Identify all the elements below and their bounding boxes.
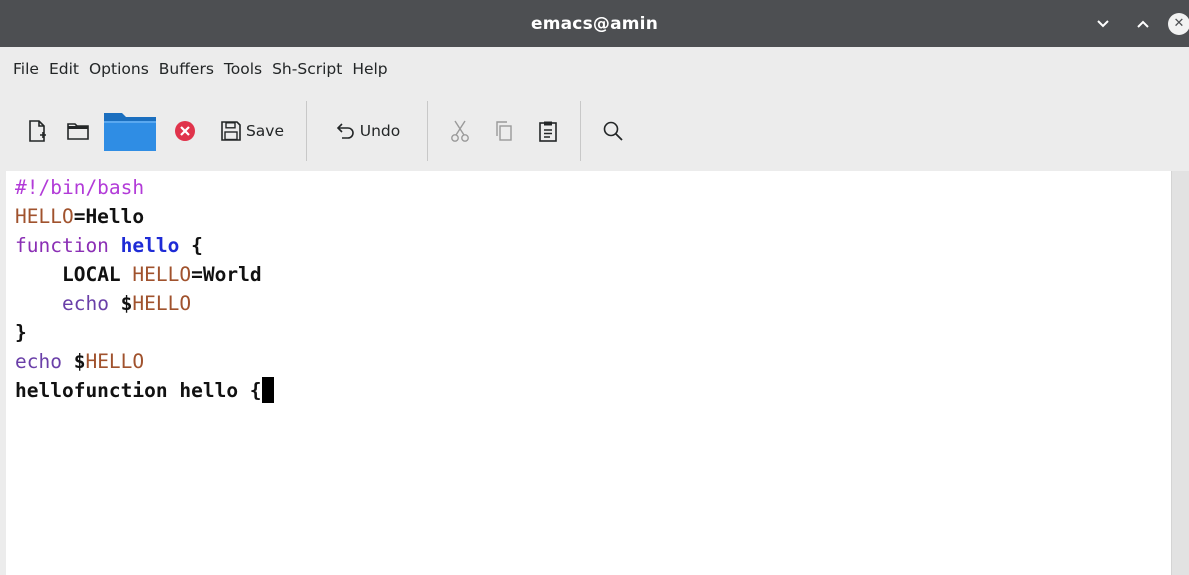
copy-button[interactable] <box>482 101 526 161</box>
variable-name: HELLO <box>15 205 74 228</box>
code-line: LOCAL HELLO=World <box>15 260 1171 289</box>
tool-bar: Save Undo <box>0 91 1189 171</box>
function-name: hello <box>120 234 180 257</box>
echo-builtin: echo <box>61 292 121 315</box>
close-circle-icon <box>175 121 195 141</box>
code-line: HELLO=Hello <box>15 202 1171 231</box>
clipboard-icon <box>539 121 557 142</box>
window-controls: ✕ <box>1083 0 1189 47</box>
paste-button[interactable] <box>526 101 570 161</box>
menu-tools[interactable]: Tools <box>219 60 267 78</box>
undo-label: Undo <box>359 122 401 140</box>
toolbar-separator <box>306 101 307 161</box>
open-file-button[interactable] <box>98 101 162 161</box>
save-label: Save <box>245 122 285 140</box>
close-icon: ✕ <box>1168 12 1189 35</box>
code-line: echo $HELLO <box>15 289 1171 318</box>
scissors-icon <box>451 120 469 142</box>
window-title: emacs@amin <box>530 13 659 34</box>
title-bar[interactable]: emacs@amin ✕ <box>0 0 1189 47</box>
folder-icon <box>67 123 89 140</box>
shebang: #!/bin/bash <box>15 176 145 199</box>
menu-sh-script[interactable]: Sh-Script <box>267 60 347 78</box>
menu-bar: File Edit Options Buffers Tools Sh-Scrip… <box>0 47 1189 91</box>
code-line: echo $HELLO <box>15 347 1171 376</box>
variable-name: HELLO <box>132 263 192 286</box>
undo-button[interactable]: Undo <box>317 101 417 161</box>
echo-builtin: echo <box>15 350 74 373</box>
toolbar-separator <box>580 101 581 161</box>
close-button[interactable]: ✕ <box>1163 0 1189 47</box>
open-directory-button[interactable] <box>58 101 98 161</box>
local-keyword: LOCAL <box>61 263 133 286</box>
variable-name: HELLO <box>85 350 145 373</box>
search-icon <box>603 121 623 141</box>
code-line: } <box>15 318 1171 347</box>
function-keyword: function <box>15 234 109 257</box>
vertical-scrollbar[interactable] <box>1171 171 1189 575</box>
code-line: function hello { <box>15 231 1171 260</box>
code-line: #!/bin/bash <box>15 173 1171 202</box>
assignment: =Hello <box>73 205 145 228</box>
chevron-down-icon <box>1097 19 1109 27</box>
assignment: =World <box>191 263 262 286</box>
brace: } <box>15 321 27 344</box>
floppy-disk-icon <box>221 121 241 141</box>
toolbar-separator <box>427 101 428 161</box>
menu-options[interactable]: Options <box>84 60 154 78</box>
blue-folder-icon <box>104 113 156 151</box>
text-cursor <box>261 377 274 403</box>
dollar-sign: $ <box>73 350 86 373</box>
chevron-up-icon <box>1137 20 1149 28</box>
close-buffer-button[interactable] <box>162 101 208 161</box>
dollar-sign: $ <box>120 292 133 315</box>
cut-button[interactable] <box>438 101 482 161</box>
minimize-button[interactable] <box>1083 0 1123 47</box>
copy-icon <box>496 121 512 141</box>
code-line: hellofunction hello { <box>15 376 1171 405</box>
plain-text: hellofunction hello { <box>15 379 262 402</box>
variable-name: HELLO <box>132 292 192 315</box>
brace: { <box>179 234 203 257</box>
menu-edit[interactable]: Edit <box>44 60 84 78</box>
search-button[interactable] <box>591 101 635 161</box>
save-button[interactable]: Save <box>208 101 296 161</box>
new-file-icon <box>29 120 46 142</box>
editor-buffer[interactable]: #!/bin/bash HELLO=Hello function hello { L… <box>6 171 1171 575</box>
menu-file[interactable]: File <box>8 60 44 78</box>
maximize-button[interactable] <box>1123 0 1163 47</box>
menu-help[interactable]: Help <box>347 60 392 78</box>
new-file-button[interactable] <box>16 101 58 161</box>
menu-buffers[interactable]: Buffers <box>154 60 219 78</box>
undo-icon <box>336 123 354 139</box>
